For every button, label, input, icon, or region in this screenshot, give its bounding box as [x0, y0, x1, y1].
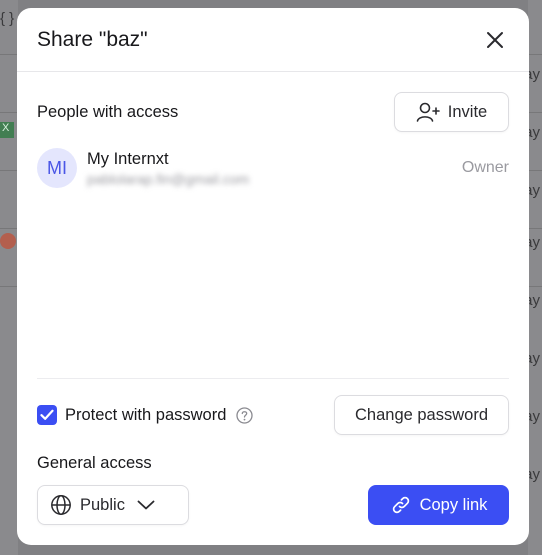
person-name: My Internxt: [87, 149, 169, 168]
password-row: Protect with password Change password: [37, 395, 509, 435]
people-section-header: People with access Invite: [37, 92, 509, 132]
person-email: pablolarap.fin@gmail.com: [87, 170, 250, 187]
user-plus-icon: [416, 102, 440, 122]
protect-password-checkbox[interactable]: [37, 405, 57, 425]
protect-password-label: Protect with password: [65, 405, 227, 424]
globe-icon: [51, 495, 71, 515]
background-spreadsheet-letter: X: [2, 122, 10, 134]
copy-link-button[interactable]: Copy link: [368, 485, 509, 525]
link-icon: [392, 496, 409, 514]
dialog-title: Share "baz": [37, 27, 148, 51]
access-level-value: Public: [80, 495, 125, 514]
access-row: Public Copy link: [37, 485, 509, 525]
avatar: MI: [37, 148, 77, 188]
background-presentation-icon: [0, 233, 16, 249]
general-access-label: General access: [37, 454, 152, 472]
protect-password-group: Protect with password: [37, 405, 254, 425]
background-left-strip: [0, 0, 18, 555]
chevron-down-icon: [137, 500, 155, 510]
close-button[interactable]: [481, 26, 509, 54]
section-divider: [37, 378, 509, 379]
access-level-select[interactable]: Public: [37, 485, 189, 525]
dialog-header: Share "baz": [17, 8, 529, 72]
change-password-button[interactable]: Change password: [334, 395, 509, 435]
background-code-fragment: { }: [0, 10, 15, 27]
copy-link-label: Copy link: [419, 495, 488, 514]
share-dialog: Share "baz" People with access Invite MI…: [17, 8, 529, 545]
help-button[interactable]: [236, 406, 254, 424]
question-circle-icon: [236, 406, 254, 424]
invite-button[interactable]: Invite: [394, 92, 509, 132]
check-icon: [40, 409, 54, 420]
person-row: MI My Internxt pablolarap.fin@gmail.com …: [37, 147, 509, 189]
person-role: Owner: [461, 159, 509, 176]
person-info: My Internxt pablolarap.fin@gmail.com: [87, 150, 462, 187]
people-with-access-label: People with access: [37, 102, 179, 121]
invite-button-label: Invite: [447, 102, 488, 121]
close-icon: [487, 31, 503, 48]
